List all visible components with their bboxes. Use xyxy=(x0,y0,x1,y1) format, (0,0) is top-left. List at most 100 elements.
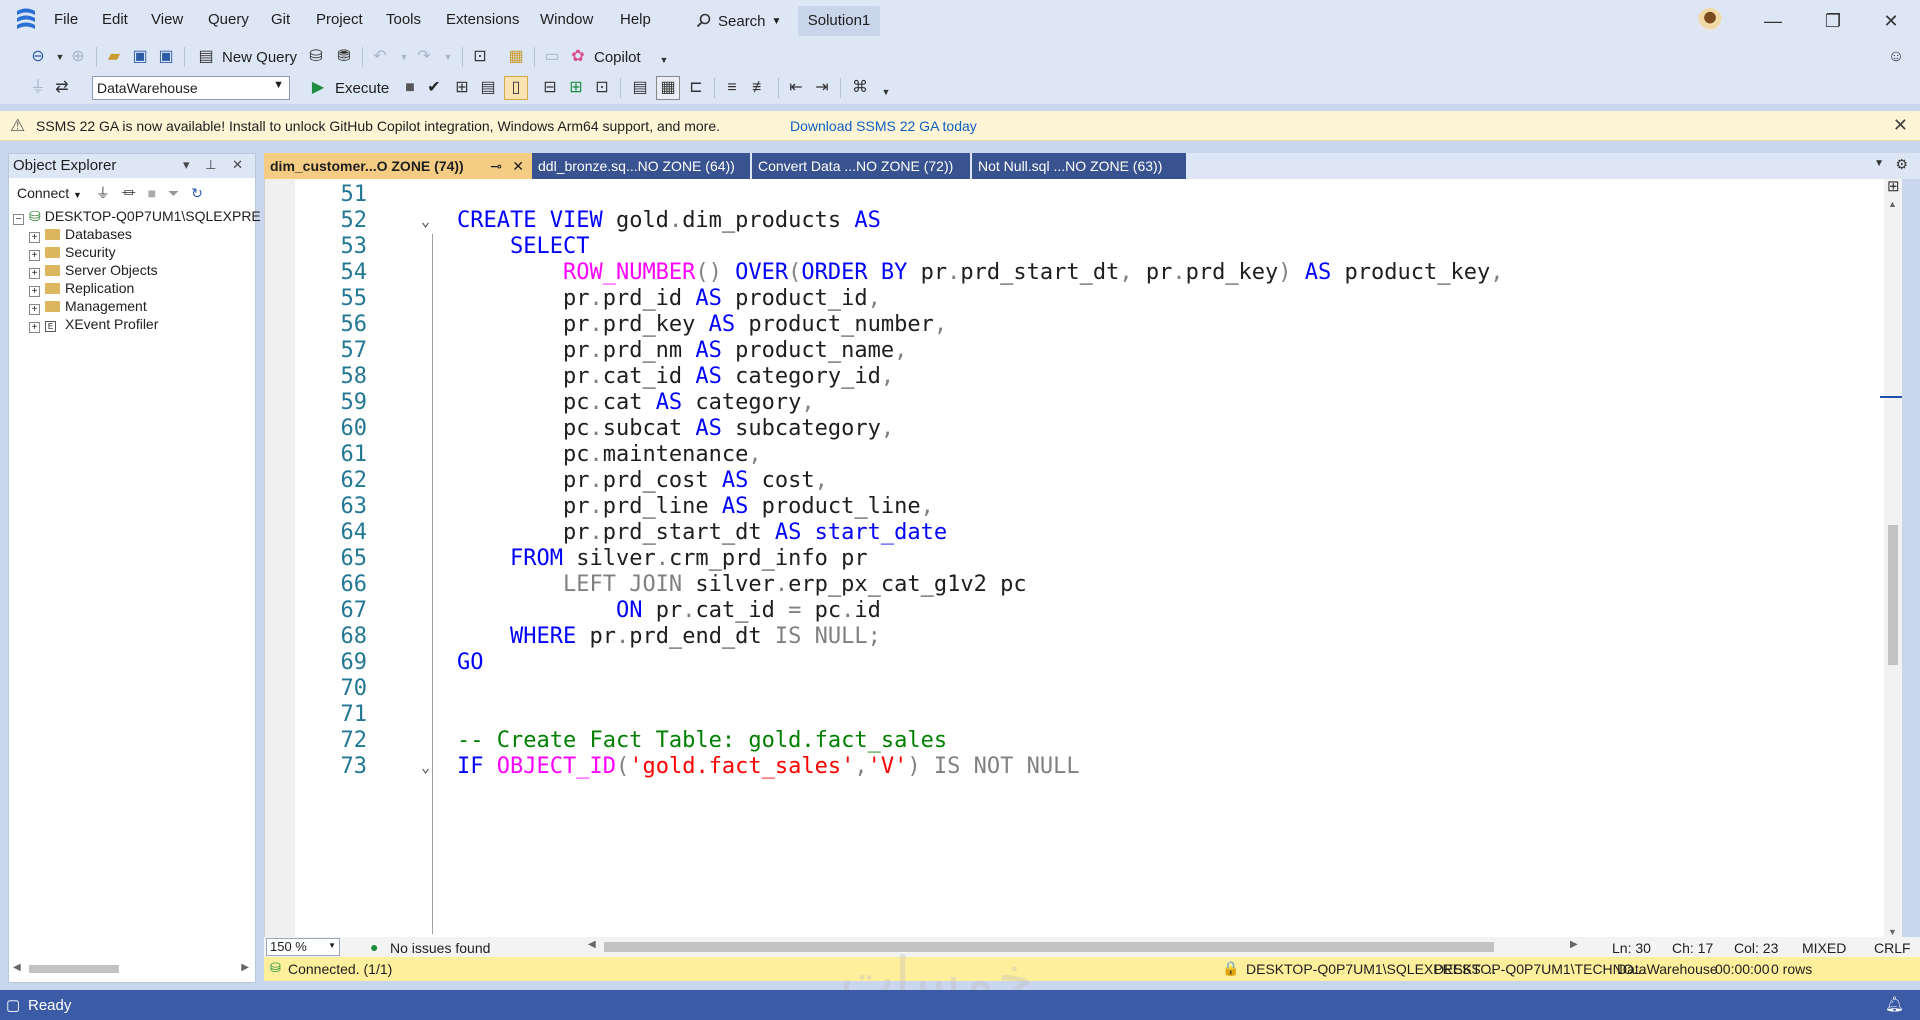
live-stats-icon[interactable]: ⊞ xyxy=(566,78,586,98)
tree-node-management[interactable]: + Management xyxy=(29,296,147,316)
forward-icon[interactable]: ⊕ xyxy=(68,47,88,67)
scrollbar-thumb[interactable] xyxy=(29,965,119,973)
overflow-icon[interactable]: ▼ xyxy=(876,82,896,102)
connect-plug-icon[interactable]: ⏚ xyxy=(96,185,110,201)
undo-icon[interactable]: ↶ xyxy=(370,47,390,67)
new-query-icon[interactable]: ▤ xyxy=(196,47,216,67)
analysis-icon[interactable]: ⛃ xyxy=(334,47,354,67)
tree-server-node[interactable]: − ⛁ DESKTOP-Q0P7UM1\SQLEXPRE xyxy=(13,206,261,226)
code-editor[interactable]: 51 52 ⌄ CREATE VIEW gold.dim_products AS 5… xyxy=(264,178,1902,937)
close-window-button[interactable]: ✕ xyxy=(1876,8,1906,34)
menu-tools[interactable]: Tools xyxy=(386,11,421,28)
split-icon[interactable]: ⊞ xyxy=(1887,177,1900,195)
disconnect-icon[interactable]: ⏛ xyxy=(122,185,136,201)
vertical-scrollbar[interactable]: ⊞ ▲ ▼ xyxy=(1880,177,1902,937)
scroll-left-icon[interactable]: ◀ xyxy=(588,939,596,950)
redo-icon[interactable]: ↷ xyxy=(414,47,434,67)
results-to-file-icon[interactable]: ▯ xyxy=(504,76,528,100)
tab-dim-customer[interactable]: dim_customer...O ZONE (74)) ⊸ ✕ xyxy=(264,153,532,179)
expand-icon[interactable]: + xyxy=(29,322,40,333)
undo-dropdown-icon[interactable]: ▼ xyxy=(394,47,414,67)
results-to-text-icon[interactable]: ▤ xyxy=(630,78,650,98)
scroll-right-icon[interactable]: ▶ xyxy=(241,962,249,973)
output-window-icon[interactable]: ▢ xyxy=(6,996,20,1014)
search-box[interactable]: Search ▼ xyxy=(690,8,787,34)
scrollbar-thumb[interactable] xyxy=(1888,525,1898,665)
tree-node-server-objects[interactable]: + Server Objects xyxy=(29,260,158,280)
decrease-indent-icon[interactable]: ⇤ xyxy=(786,78,806,98)
scroll-left-icon[interactable]: ◀ xyxy=(13,962,21,973)
filter-icon[interactable]: ⏷ xyxy=(168,185,179,201)
results-to-file2-icon[interactable]: ⊏ xyxy=(686,78,706,98)
horizontal-scrollbar[interactable]: ◀ ▶ xyxy=(13,962,249,976)
save-all-icon[interactable]: ▣ xyxy=(156,47,176,67)
execute-button[interactable]: Execute xyxy=(335,80,389,97)
zoom-select[interactable]: 150 % ▼ xyxy=(266,938,340,956)
scroll-up-icon[interactable]: ▲ xyxy=(1888,199,1897,209)
client-stats-icon[interactable]: ⊡ xyxy=(592,78,612,98)
menu-view[interactable]: View xyxy=(151,11,183,28)
query-options-icon[interactable]: ▤ xyxy=(478,78,498,98)
user-avatar[interactable] xyxy=(1698,8,1722,32)
menu-project[interactable]: Project xyxy=(316,11,363,28)
refresh-icon[interactable]: ↻ xyxy=(191,185,203,201)
menu-git[interactable]: Git xyxy=(271,11,290,28)
new-query-button[interactable]: New Query xyxy=(222,49,297,66)
increase-indent-icon[interactable]: ⇥ xyxy=(812,78,832,98)
menu-window[interactable]: Window xyxy=(540,11,593,28)
tab-ddl-bronze[interactable]: ddl_bronze.sq...NO ZONE (64)) xyxy=(532,153,750,179)
scroll-right-icon[interactable]: ▶ xyxy=(1570,939,1578,950)
copilot-icon[interactable]: ✿ xyxy=(568,47,588,67)
tree-node-replication[interactable]: + Replication xyxy=(29,278,134,298)
back-icon[interactable]: ⊖ xyxy=(28,47,48,67)
specify-values-icon[interactable]: ⌘ xyxy=(850,78,870,98)
tree-node-xevent-profiler[interactable]: + E XEvent Profiler xyxy=(29,314,158,334)
execute-icon[interactable]: ▶ xyxy=(308,78,328,98)
gear-icon[interactable]: ⚙ xyxy=(1895,156,1908,173)
connect-icon[interactable]: ⏚ xyxy=(28,78,48,98)
activity-monitor-icon[interactable]: ⊡ xyxy=(470,47,490,67)
overflow-icon[interactable]: ▼ xyxy=(654,50,674,70)
connect-button[interactable]: Connect xyxy=(17,185,69,201)
query-db-icon[interactable]: ⛁ xyxy=(306,47,326,67)
pin-icon[interactable]: ⊸ xyxy=(490,153,502,179)
stop-icon[interactable]: ■ xyxy=(148,185,156,201)
menu-help[interactable]: Help xyxy=(620,11,651,28)
panel-controls[interactable]: ▾ ⊥ ✕ xyxy=(183,157,249,173)
tree-node-security[interactable]: + Security xyxy=(29,242,116,262)
display-plan-icon[interactable]: ⊞ xyxy=(452,78,472,98)
tab-convert-data[interactable]: Convert Data ...NO ZONE (72)) xyxy=(752,153,970,179)
restore-button[interactable]: ❐ xyxy=(1818,8,1848,34)
fold-chevron-icon[interactable]: ⌄ xyxy=(421,212,430,230)
close-icon[interactable]: ✕ xyxy=(1893,115,1908,136)
notification-bell-icon[interactable]: 🔔︎ xyxy=(1885,995,1904,1013)
copilot-button[interactable]: Copilot xyxy=(594,49,641,66)
horizontal-scrollbar-thumb[interactable] xyxy=(604,942,1494,952)
menu-extensions[interactable]: Extensions xyxy=(446,11,519,28)
stop-icon[interactable]: ■ xyxy=(400,78,420,98)
results-to-grid-icon[interactable]: ▦ xyxy=(656,76,680,100)
collapse-icon[interactable]: − xyxy=(13,214,24,225)
menu-file[interactable]: File xyxy=(54,11,78,28)
database-select[interactable]: DataWarehouse ▼ xyxy=(92,76,290,100)
download-link[interactable]: Download SSMS 22 GA today xyxy=(790,118,977,134)
comment-lines-icon[interactable]: ≡ xyxy=(722,78,742,98)
redo-dropdown-icon[interactable]: ▼ xyxy=(438,47,458,67)
parse-check-icon[interactable]: ✔ xyxy=(424,78,444,98)
close-icon[interactable]: ✕ xyxy=(512,153,524,179)
save-icon[interactable]: ▣ xyxy=(130,47,150,67)
chevron-down-icon[interactable]: ▼ xyxy=(73,190,82,200)
open-folder-icon[interactable]: ▰ xyxy=(104,47,124,67)
scroll-down-icon[interactable]: ▼ xyxy=(1888,927,1897,937)
change-connection-icon[interactable]: ⇄ xyxy=(52,78,72,98)
tree-node-databases[interactable]: + Databases xyxy=(29,224,132,244)
menu-edit[interactable]: Edit xyxy=(102,11,128,28)
tab-list-dropdown-icon[interactable]: ▼ xyxy=(1874,158,1884,169)
back-dropdown-icon[interactable]: ▼ xyxy=(50,47,70,67)
feedback-icon[interactable]: ☺ xyxy=(1886,47,1906,67)
include-plan-icon[interactable]: ⊟ xyxy=(540,78,560,98)
minimize-button[interactable]: — xyxy=(1758,8,1788,34)
fold-chevron-icon[interactable]: ⌄ xyxy=(421,758,430,776)
properties-icon[interactable]: ▭ xyxy=(542,47,562,67)
tab-not-null[interactable]: Not Null.sql ...NO ZONE (63)) xyxy=(972,153,1186,179)
